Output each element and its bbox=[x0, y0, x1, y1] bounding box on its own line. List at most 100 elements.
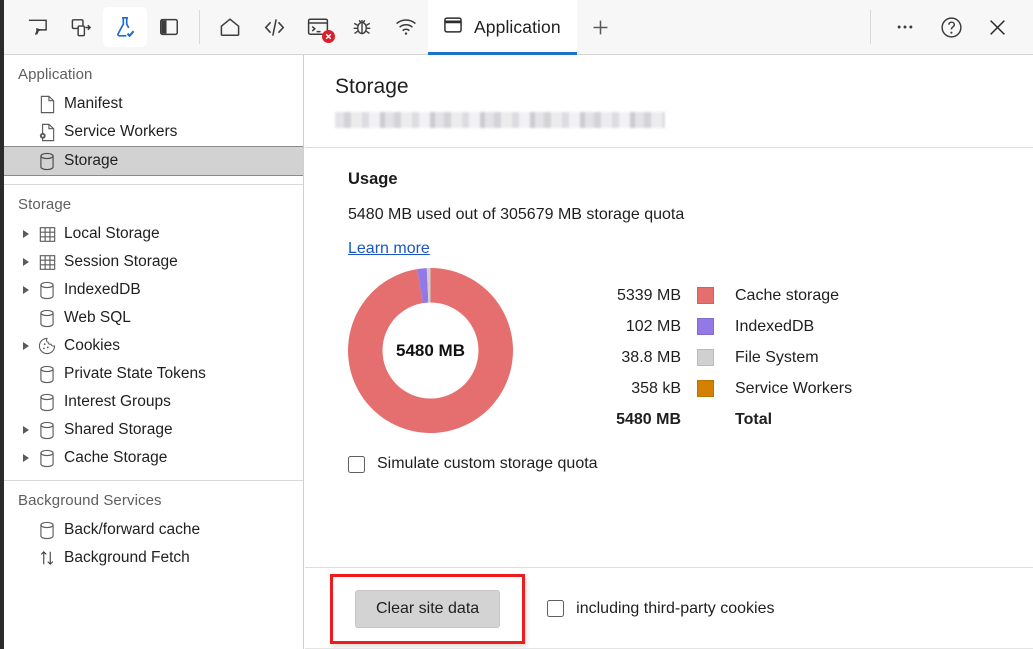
sidebar-item-storage[interactable]: Storage bbox=[4, 146, 303, 176]
application-sidebar: Application Manifest Service Workers Sto… bbox=[4, 55, 304, 649]
sidebar-item-indexeddb[interactable]: IndexedDB bbox=[4, 276, 303, 304]
sidebar-item-background-fetch[interactable]: Background Fetch bbox=[4, 544, 303, 572]
sidebar-item-manifest[interactable]: Manifest bbox=[4, 90, 303, 118]
sidebar-item-label: Storage bbox=[64, 152, 119, 169]
database-icon bbox=[34, 421, 60, 440]
sidebar-item-label: Shared Storage bbox=[64, 421, 173, 438]
sidebar-item-session-storage[interactable]: Session Storage bbox=[4, 248, 303, 276]
sidebar-item-label: Local Storage bbox=[64, 225, 160, 242]
dock-panel-icon[interactable] bbox=[147, 7, 191, 47]
help-icon[interactable] bbox=[929, 7, 973, 47]
welcome-home-icon[interactable] bbox=[208, 7, 252, 47]
legend-swatch-cache-storage bbox=[697, 287, 714, 304]
legend-label: Cache storage bbox=[735, 286, 840, 304]
devtools-window: Application Application Manifest Service… bbox=[0, 0, 1033, 649]
third-party-cookies-row[interactable]: including third-party cookies bbox=[547, 599, 775, 618]
tab-application-label: Application bbox=[474, 16, 561, 37]
storage-action-bar: Clear site data including third-party co… bbox=[305, 568, 1033, 649]
sidebar-item-private-state-tokens[interactable]: Private State Tokens bbox=[4, 360, 303, 388]
device-emulation-icon[interactable] bbox=[59, 7, 103, 47]
inspect-element-icon[interactable] bbox=[15, 7, 59, 47]
simulate-quota-checkbox[interactable] bbox=[348, 455, 365, 473]
sidebar-item-label: Back/forward cache bbox=[64, 521, 201, 538]
database-icon bbox=[34, 521, 60, 540]
sidebar-item-label: Background Fetch bbox=[64, 549, 190, 566]
simulate-quota-row[interactable]: Simulate custom storage quota bbox=[348, 455, 1033, 473]
sidebar-item-web-sql[interactable]: Web SQL bbox=[4, 304, 303, 332]
close-icon[interactable] bbox=[975, 7, 1019, 47]
storage-donut-chart: 5480 MB bbox=[347, 268, 513, 433]
page-title: Storage bbox=[335, 75, 409, 98]
sidebar-item-label: Manifest bbox=[64, 95, 123, 112]
legend-row-total: 5480 MB Total bbox=[595, 404, 852, 435]
chevron-right-icon[interactable] bbox=[18, 454, 34, 462]
debugger-bug-icon[interactable] bbox=[340, 7, 384, 47]
sidebar-item-label: Private State Tokens bbox=[64, 365, 206, 382]
chevron-right-icon[interactable] bbox=[18, 258, 34, 266]
legend-swatch-indexeddb bbox=[697, 318, 714, 335]
third-party-cookies-checkbox[interactable] bbox=[547, 600, 565, 617]
devtools-toolbar: Application bbox=[4, 0, 1033, 55]
sidebar-item-label: Web SQL bbox=[64, 309, 131, 326]
legend-label: Service Workers bbox=[735, 379, 853, 397]
donut-center-label: 5480 MB bbox=[396, 340, 465, 360]
sidebar-item-label: Session Storage bbox=[64, 253, 178, 270]
toolbar-separator-1 bbox=[199, 10, 200, 44]
sidebar-item-local-storage[interactable]: Local Storage bbox=[4, 220, 303, 248]
usage-visualization: 5480 MB 5339 MB Cache storage 102 MB Ind… bbox=[305, 268, 1033, 435]
manifest-file-icon bbox=[34, 95, 60, 114]
database-icon bbox=[34, 309, 60, 328]
sidebar-section-header-storage: Storage bbox=[18, 196, 72, 213]
legend-label: File System bbox=[735, 348, 819, 366]
legend-value: 102 MB bbox=[625, 317, 681, 335]
service-worker-icon bbox=[34, 123, 60, 142]
chevron-right-icon[interactable] bbox=[18, 342, 34, 350]
sidebar-item-label: Service Workers bbox=[64, 123, 178, 140]
toolbar-right-group bbox=[868, 7, 1033, 47]
database-icon bbox=[34, 152, 60, 171]
chevron-right-icon[interactable] bbox=[18, 230, 34, 238]
table-grid-icon bbox=[34, 226, 60, 243]
tab-application[interactable]: Application bbox=[428, 0, 577, 55]
legend-total-value: 5480 MB bbox=[616, 410, 681, 428]
legend-swatch-service-workers bbox=[697, 380, 714, 397]
arrows-updown-icon bbox=[34, 549, 60, 567]
sidebar-item-cache-storage[interactable]: Cache Storage bbox=[4, 444, 303, 472]
usage-heading: Usage bbox=[348, 170, 398, 188]
sidebar-item-cookies[interactable]: Cookies bbox=[4, 332, 303, 360]
chevron-right-icon[interactable] bbox=[18, 286, 34, 294]
sidebar-item-service-workers[interactable]: Service Workers bbox=[4, 118, 303, 146]
toolbar-tools-group bbox=[4, 0, 191, 54]
legend-row: 102 MB IndexedDB bbox=[595, 311, 852, 342]
add-tab-button[interactable] bbox=[581, 7, 621, 47]
sidebar-item-label: IndexedDB bbox=[64, 281, 141, 298]
database-icon bbox=[34, 281, 60, 300]
application-window-icon bbox=[442, 14, 464, 41]
more-options-icon[interactable] bbox=[883, 7, 927, 47]
legend-swatch-file-system bbox=[697, 349, 714, 366]
sidebar-item-shared-storage[interactable]: Shared Storage bbox=[4, 416, 303, 444]
legend-label: IndexedDB bbox=[735, 317, 815, 335]
legend-swatch-spacer bbox=[697, 411, 714, 428]
legend-row: 5339 MB Cache storage bbox=[595, 280, 852, 311]
clear-site-data-annotation: Clear site data bbox=[330, 573, 526, 644]
clear-site-data-button[interactable]: Clear site data bbox=[355, 589, 501, 628]
toolbar-panels-group bbox=[208, 0, 428, 54]
database-icon bbox=[34, 449, 60, 468]
elements-code-icon[interactable] bbox=[252, 7, 296, 47]
console-error-icon[interactable] bbox=[296, 7, 340, 47]
sidebar-item-label: Cache Storage bbox=[64, 449, 168, 466]
sidebar-item-back-forward-cache[interactable]: Back/forward cache bbox=[4, 516, 303, 544]
storage-panel: Storage Usage 5480 MB used out of 305679… bbox=[305, 55, 1033, 649]
experiments-flask-icon[interactable] bbox=[103, 7, 147, 47]
sidebar-item-interest-groups[interactable]: Interest Groups bbox=[4, 388, 303, 416]
third-party-cookies-label: including third-party cookies bbox=[576, 599, 775, 617]
toolbar-separator-2 bbox=[870, 10, 871, 44]
legend-value: 38.8 MB bbox=[621, 348, 681, 366]
network-wifi-icon[interactable] bbox=[384, 7, 428, 47]
legend-row: 358 kB Service Workers bbox=[595, 373, 852, 404]
database-icon bbox=[34, 365, 60, 384]
chevron-right-icon[interactable] bbox=[18, 426, 34, 434]
learn-more-link[interactable]: Learn more bbox=[348, 240, 430, 258]
legend-total-label: Total bbox=[735, 410, 773, 428]
